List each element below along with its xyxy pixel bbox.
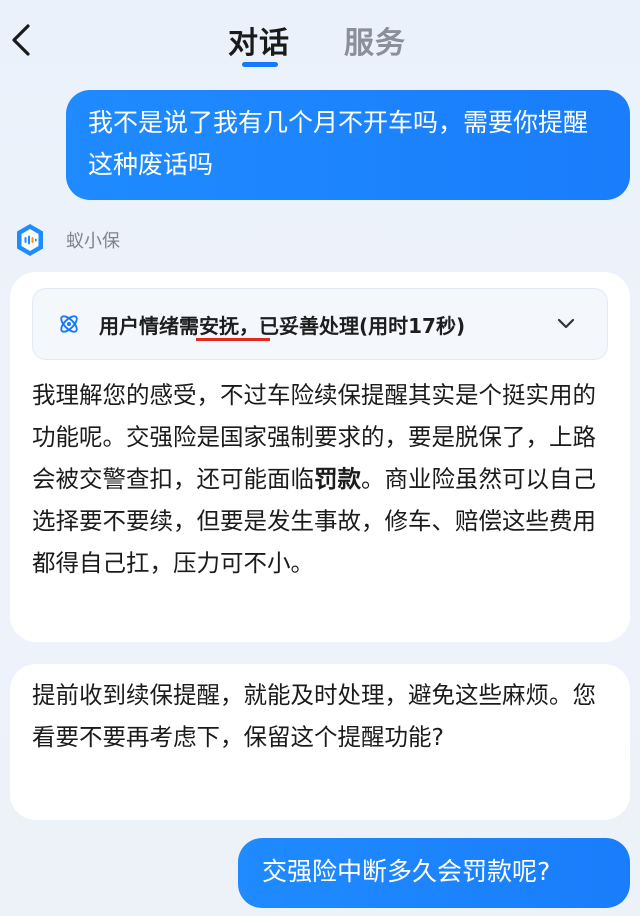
emotion-status-text: 用户情绪需安抚，已妥善处理(用时17秒) bbox=[99, 313, 466, 338]
bot-reply-card: 用户情绪需安抚，已妥善处理(用时17秒) 我理解您的感受，不过车险续保提醒其实是… bbox=[10, 272, 630, 642]
reply-text-bold: 罚款 bbox=[314, 465, 361, 493]
user-message-bubble: 交强险中断多久会罚款呢? bbox=[238, 838, 630, 908]
user-message-bubble: 我不是说了我有几个月不开车吗，需要你提醒这种废话吗 bbox=[66, 90, 630, 200]
top-navigation: 对话 服务 bbox=[0, 0, 640, 80]
emotion-status-panel[interactable]: 用户情绪需安抚，已妥善处理(用时17秒) bbox=[32, 288, 608, 360]
chevron-down-icon[interactable] bbox=[555, 313, 577, 335]
emphasis-underline bbox=[196, 338, 270, 341]
bot-avatar-icon bbox=[17, 224, 43, 256]
atom-icon bbox=[60, 315, 78, 333]
bot-reply-text: 我理解您的感受，不过车险续保提醒其实是个挺实用的功能呢。交强险是国家强制要求的，… bbox=[32, 374, 616, 584]
back-button[interactable] bbox=[6, 20, 36, 60]
tab-service[interactable]: 服务 bbox=[344, 18, 406, 62]
bot-reply-card: 提前收到续保提醒，就能及时处理，避免这些麻烦。您看要不要再考虑下，保留这个提醒功… bbox=[10, 664, 630, 820]
bot-reply-text: 提前收到续保提醒，就能及时处理，避免这些麻烦。您看要不要再考虑下，保留这个提醒功… bbox=[32, 681, 596, 751]
bot-identity: 蚁小保 bbox=[12, 222, 120, 258]
bot-name: 蚁小保 bbox=[66, 231, 120, 252]
user-message-text: 我不是说了我有几个月不开车吗，需要你提醒这种废话吗 bbox=[88, 108, 589, 179]
back-arrow-icon bbox=[12, 24, 30, 56]
active-tab-indicator bbox=[242, 62, 278, 67]
tab-chat[interactable]: 对话 bbox=[228, 18, 290, 62]
user-message-text: 交强险中断多久会罚款呢? bbox=[262, 857, 551, 886]
